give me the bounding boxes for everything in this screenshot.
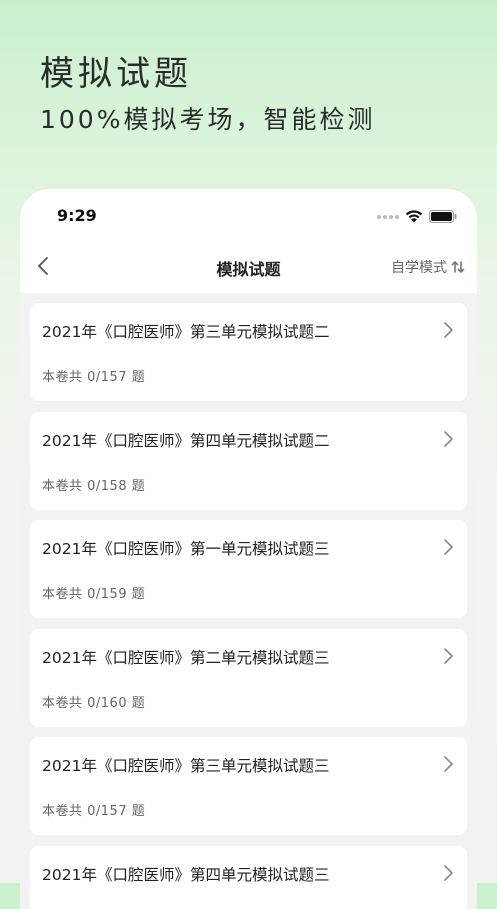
list-item[interactable]: 2021年《口腔医师》第四单元模拟试题三 <box>30 846 467 909</box>
status-time: 9:29 <box>57 206 97 225</box>
navbar: 模拟试题 自学模式 <box>20 247 477 287</box>
paper-title: 2021年《口腔医师》第三单元模拟试题三 <box>42 754 329 776</box>
battery-icon <box>429 210 457 223</box>
status-icons <box>377 210 457 223</box>
paper-title: 2021年《口腔医师》第二单元模拟试题三 <box>42 646 329 668</box>
list-item[interactable]: 2021年《口腔医师》第四单元模拟试题二 本卷共 0/158 题 <box>30 412 467 510</box>
app-header: 9:29 模拟试题 自学模式 <box>20 189 477 293</box>
promo-title: 模拟试题 <box>40 52 375 96</box>
wifi-icon <box>405 210 423 223</box>
paper-title: 2021年《口腔医师》第四单元模拟试题二 <box>42 429 329 451</box>
sort-arrows-icon <box>451 260 465 274</box>
list-item[interactable]: 2021年《口腔医师》第一单元模拟试题三 本卷共 0/159 题 <box>30 520 467 618</box>
study-mode-button[interactable]: 自学模式 <box>391 257 465 277</box>
chevron-right-icon <box>441 430 455 448</box>
chevron-right-icon <box>441 647 455 665</box>
list-item[interactable]: 2021年《口腔医师》第二单元模拟试题三 本卷共 0/160 题 <box>30 629 467 727</box>
paper-title: 2021年《口腔医师》第四单元模拟试题三 <box>42 863 329 885</box>
phone-screen: 9:29 模拟试题 自学模式 <box>20 189 477 909</box>
chevron-right-icon <box>441 755 455 773</box>
paper-title: 2021年《口腔医师》第三单元模拟试题二 <box>42 320 329 342</box>
question-count: 本卷共 0/159 题 <box>42 583 145 602</box>
list-item[interactable]: 2021年《口腔医师》第三单元模拟试题三 本卷共 0/157 题 <box>30 737 467 835</box>
paper-list: 2021年《口腔医师》第三单元模拟试题二 本卷共 0/157 题 2021年《口… <box>30 303 467 909</box>
chevron-right-icon <box>441 321 455 339</box>
question-count: 本卷共 0/157 题 <box>42 366 145 385</box>
paper-title: 2021年《口腔医师》第一单元模拟试题三 <box>42 537 329 559</box>
promo-banner: 模拟试题 100%模拟考场，智能检测 <box>40 52 375 136</box>
question-count: 本卷共 0/160 题 <box>42 692 145 711</box>
signal-icon <box>377 215 399 219</box>
study-mode-label: 自学模式 <box>391 257 447 277</box>
promo-subtitle: 100%模拟考场，智能检测 <box>40 104 375 136</box>
list-item[interactable]: 2021年《口腔医师》第三单元模拟试题二 本卷共 0/157 题 <box>30 303 467 401</box>
chevron-right-icon <box>441 864 455 882</box>
question-count: 本卷共 0/157 题 <box>42 800 145 819</box>
chevron-right-icon <box>441 538 455 556</box>
question-count: 本卷共 0/158 题 <box>42 475 145 494</box>
